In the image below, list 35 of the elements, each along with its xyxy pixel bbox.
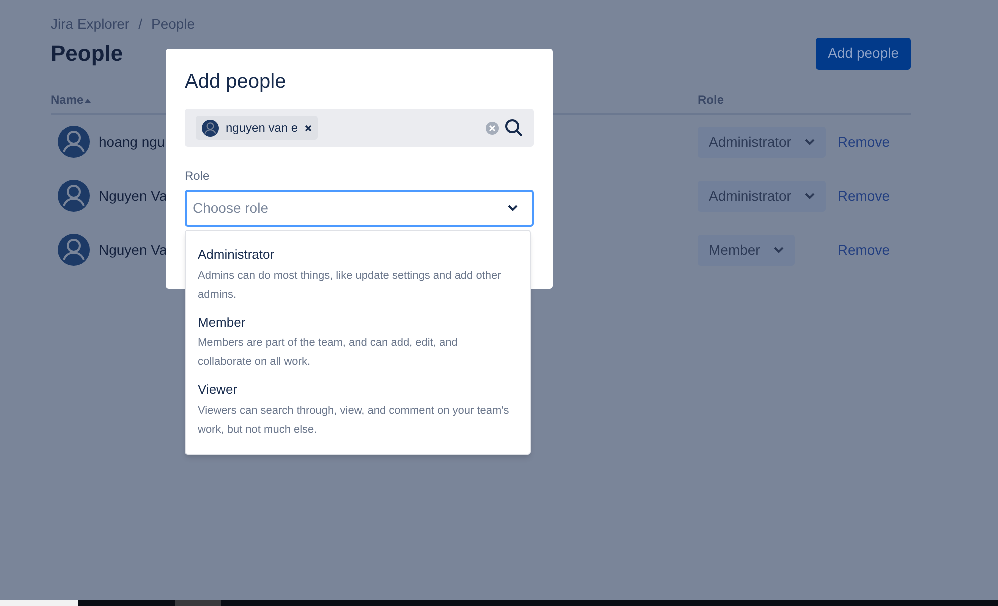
role-option[interactable]: Administrator Admins can do most things, like update settings and add other admins. — [186, 241, 530, 308]
avatar-icon — [58, 180, 90, 212]
search-icon[interactable] — [505, 119, 523, 137]
breadcrumb-separator: / — [138, 15, 142, 34]
role-dropdown[interactable]: Member — [698, 234, 796, 266]
column-header[interactable]: Role — [698, 91, 724, 109]
role-dropdown[interactable]: Administrator — [698, 126, 826, 158]
remove-link[interactable]: Remove — [838, 132, 890, 152]
person-name: Nguyen Va — [99, 240, 168, 260]
avatar-icon — [202, 120, 219, 136]
role-select[interactable]: Choose role — [185, 190, 534, 227]
remove-link[interactable]: Remove — [838, 186, 890, 206]
chevron-down-icon — [805, 192, 816, 200]
remove-icon[interactable] — [305, 124, 312, 132]
role-dropdown[interactable]: Administrator — [698, 180, 826, 212]
person-name: Nguyen Va — [99, 186, 168, 206]
chevron-down-icon — [774, 246, 784, 254]
avatar-icon — [58, 234, 90, 266]
page-title: People — [51, 40, 124, 68]
add-people-button[interactable]: Add people — [816, 38, 911, 70]
chevron-down-icon — [805, 138, 816, 146]
person-chip[interactable]: nguyen van e — [196, 116, 318, 140]
chevron-down-icon — [508, 205, 518, 212]
dialog-title: Add people — [185, 70, 288, 95]
column-header[interactable]: Name — [51, 91, 91, 109]
breadcrumb-link[interactable]: Jira Explorer — [51, 14, 130, 35]
avatar-icon — [58, 126, 90, 158]
remove-link[interactable]: Remove — [838, 240, 890, 260]
role-option[interactable]: Viewer Viewers can search through, view, and comment on your team's work, but not much else. — [186, 376, 530, 444]
sort-ascending-icon — [84, 98, 91, 102]
person-name: hoang ngu — [99, 132, 166, 152]
breadcrumb-link[interactable]: People — [151, 14, 196, 35]
role-label: Role — [185, 168, 210, 185]
people-search-field[interactable]: nguyen van e — [185, 109, 534, 147]
role-option[interactable]: Member Members are part of the team, and can add, edit, and collaborate on all work. — [186, 308, 530, 376]
